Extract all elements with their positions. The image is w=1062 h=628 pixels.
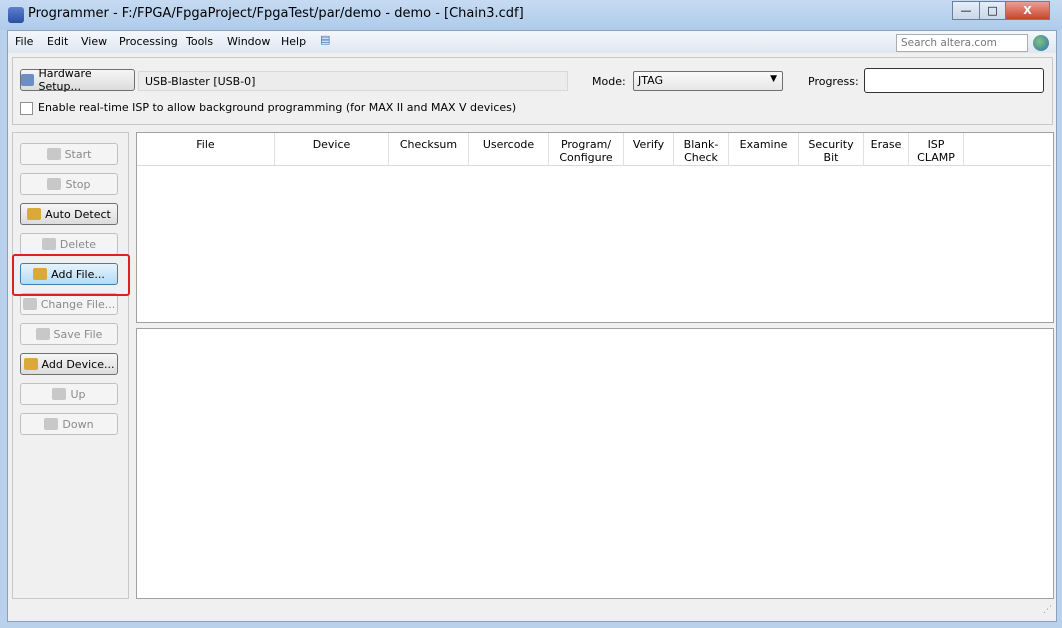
- isp-checkbox[interactable]: [20, 102, 33, 115]
- add-device-button[interactable]: Add Device...: [20, 353, 118, 375]
- chevron-down-icon: ▼: [770, 74, 777, 84]
- column-header[interactable]: Erase: [864, 133, 909, 166]
- button-label: Auto Detect: [45, 207, 111, 221]
- save-icon: [35, 328, 50, 340]
- column-header[interactable]: Device: [275, 133, 389, 166]
- progress-bar: [864, 68, 1044, 93]
- globe-icon[interactable]: [1033, 35, 1049, 51]
- button-label: Change File...: [40, 297, 116, 311]
- hardware-field: USB-Blaster [USB-0]: [138, 71, 568, 91]
- button-label: Add Device...: [41, 357, 115, 371]
- column-header[interactable]: Examine: [729, 133, 799, 166]
- progress-label: Progress:: [808, 75, 859, 88]
- change-file-button[interactable]: Change File...: [20, 293, 118, 315]
- mode-value: JTAG: [638, 74, 663, 87]
- window-title: Programmer - F:/FPGA/FpgaProject/FpgaTes…: [28, 6, 524, 21]
- device-table[interactable]: File Device Checksum Usercode Program/ Confi…: [136, 132, 1054, 323]
- add-device-icon: [23, 358, 38, 370]
- menu-processing[interactable]: Processing: [119, 35, 178, 48]
- start-icon: [46, 148, 61, 160]
- button-label: Stop: [65, 177, 91, 191]
- menu-file[interactable]: File: [15, 35, 33, 48]
- change-file-icon: [22, 298, 37, 310]
- column-header[interactable]: File: [137, 133, 275, 166]
- close-button[interactable]: X: [1005, 1, 1050, 20]
- menu-edit[interactable]: Edit: [47, 35, 68, 48]
- resize-grip-icon[interactable]: ⋰: [1043, 605, 1052, 615]
- chain-diagram-pane[interactable]: [136, 328, 1054, 599]
- up-button[interactable]: Up: [20, 383, 118, 405]
- mode-select[interactable]: JTAG ▼: [633, 71, 783, 91]
- button-label: Start: [64, 147, 92, 161]
- menu-help[interactable]: Help: [281, 35, 306, 48]
- button-label: Delete: [59, 237, 97, 251]
- main-window: File Edit View Processing Tools Window H…: [7, 30, 1057, 622]
- column-header-filler: [964, 133, 1051, 166]
- stop-icon: [47, 178, 62, 190]
- down-arrow-icon: [44, 418, 59, 430]
- column-header[interactable]: Checksum: [389, 133, 469, 166]
- hardware-setup-label: Hardware Setup...: [38, 67, 92, 93]
- menu-tools[interactable]: Tools: [186, 35, 213, 48]
- down-button[interactable]: Down: [20, 413, 118, 435]
- minimize-button[interactable]: —: [952, 1, 980, 20]
- auto-detect-button[interactable]: Auto Detect: [20, 203, 118, 225]
- column-header[interactable]: Verify: [624, 133, 674, 166]
- auto-detect-icon: [27, 208, 42, 220]
- maximize-button[interactable]: □: [979, 1, 1006, 20]
- search-input[interactable]: Search altera.com: [896, 34, 1028, 52]
- highlight-box: [12, 254, 130, 296]
- mode-label: Mode:: [592, 75, 626, 88]
- column-header[interactable]: Blank- Check: [674, 133, 729, 166]
- delete-icon: [41, 238, 56, 250]
- button-label: Up: [70, 387, 86, 401]
- delete-button[interactable]: Delete: [20, 233, 118, 255]
- feedback-icon[interactable]: ▤: [320, 33, 330, 46]
- hardware-icon: [21, 74, 35, 86]
- column-header[interactable]: ISP CLAMP: [909, 133, 964, 166]
- stop-button[interactable]: Stop: [20, 173, 118, 195]
- start-button[interactable]: Start: [20, 143, 118, 165]
- app-icon: [8, 7, 24, 23]
- menu-window[interactable]: Window: [227, 35, 270, 48]
- save-file-button[interactable]: Save File: [20, 323, 118, 345]
- isp-label: Enable real-time ISP to allow background…: [38, 101, 517, 114]
- title-bar: Programmer - F:/FPGA/FpgaProject/FpgaTes…: [0, 0, 1062, 30]
- hardware-setup-button[interactable]: Hardware Setup...: [20, 67, 135, 93]
- menu-view[interactable]: View: [81, 35, 107, 48]
- status-bar: ⋰: [8, 601, 1056, 621]
- menu-bar: File Edit View Processing Tools Window H…: [8, 31, 1056, 53]
- button-label: Down: [62, 417, 94, 431]
- column-header[interactable]: Usercode: [469, 133, 549, 166]
- column-header[interactable]: Program/ Configure: [549, 133, 624, 166]
- up-arrow-icon: [52, 388, 67, 400]
- button-label: Save File: [53, 327, 103, 341]
- column-header[interactable]: Security Bit: [799, 133, 864, 166]
